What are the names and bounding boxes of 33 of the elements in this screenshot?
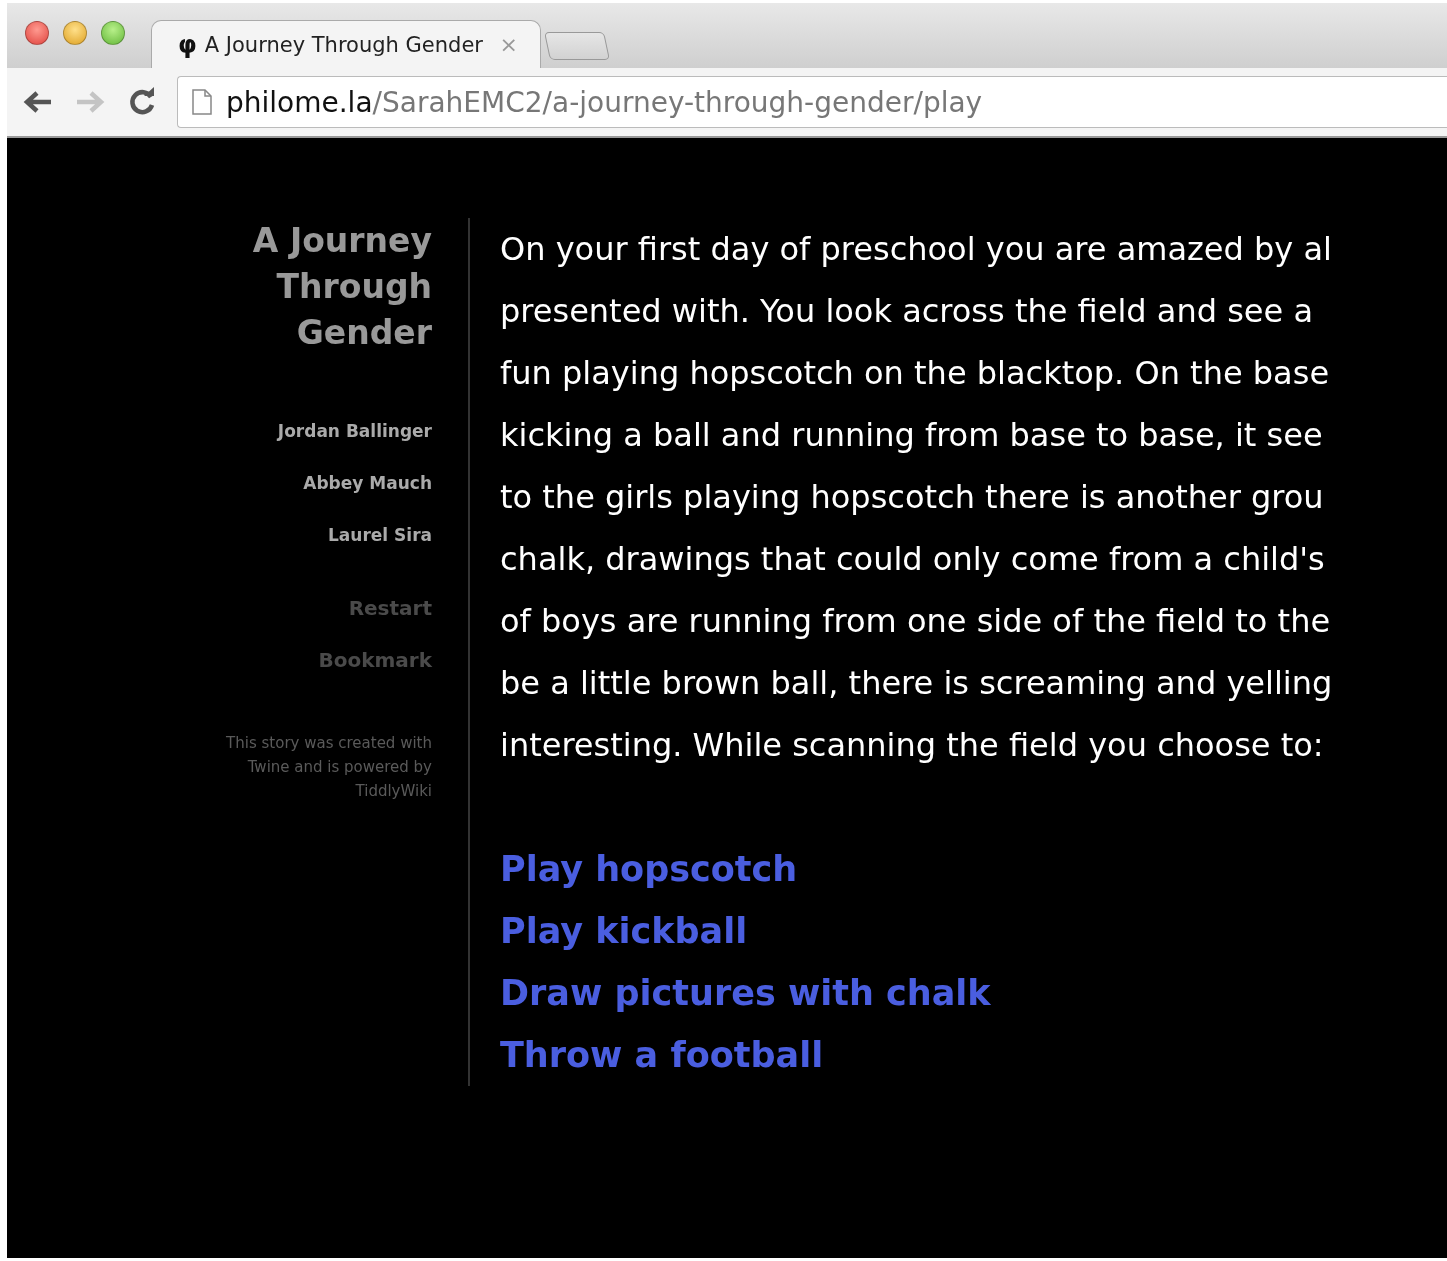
forward-arrow-icon: [75, 89, 105, 115]
story-title: A Journey Through Gender: [251, 220, 432, 354]
choice-link[interactable]: Draw pictures with chalk: [500, 962, 991, 1024]
author-name: Abbey Mauch: [302, 472, 432, 495]
passage-line: presented with. You look across the field and see a: [500, 291, 1314, 332]
passage-line: On your first day of preschool you are amazed by al: [500, 229, 1333, 270]
menu-link[interactable]: Bookmark: [318, 634, 432, 686]
passage-line: fun playing hopscotch on the blacktop. On the base: [500, 353, 1331, 394]
choice-link[interactable]: Throw a football: [500, 1024, 824, 1086]
window-control-icon[interactable]: [101, 20, 125, 45]
credit-text: This story was created with Twine and is powered by TiddlyWiki: [225, 733, 432, 802]
passage-line: be a little brown ball, there is screaming and yelling: [500, 663, 1333, 704]
passage-line: interesting. While scanning the field you choose to:: [500, 725, 1325, 766]
choice-link[interactable]: Play kickball: [500, 900, 748, 962]
passage-line: to the girls playing hopscotch there is another grou: [500, 477, 1325, 518]
passage-line: kicking a ball and running from base to base, it see: [500, 415, 1324, 456]
page-icon: [192, 89, 212, 115]
choice-link[interactable]: Play hopscotch: [500, 838, 798, 900]
author-name: Jordan Ballinger: [275, 420, 432, 443]
passage-line: chalk, drawings that could only come from a child's: [500, 539, 1326, 580]
passage-line: of boys are running from one side of the field to the: [500, 601, 1332, 642]
window-control-icon[interactable]: [63, 20, 87, 45]
close-tab-button[interactable]: ×: [499, 32, 518, 57]
tab-title: A Journey Through Gender: [204, 32, 484, 57]
author-name: Laurel Sira: [327, 524, 432, 547]
new-tab-button[interactable]: [544, 32, 610, 60]
window-control-icon[interactable]: [25, 20, 49, 45]
back-arrow-icon: [23, 89, 53, 115]
address-field[interactable]: philome.la/SarahEMC2/a-journey-through-gender/play: [177, 76, 1447, 128]
reload-icon: [127, 87, 157, 117]
tab-favicon: φ: [178, 30, 197, 59]
menu-link[interactable]: Restart: [348, 582, 432, 634]
browser-tab[interactable]: φ A Journey Through Gender ×: [151, 20, 541, 68]
